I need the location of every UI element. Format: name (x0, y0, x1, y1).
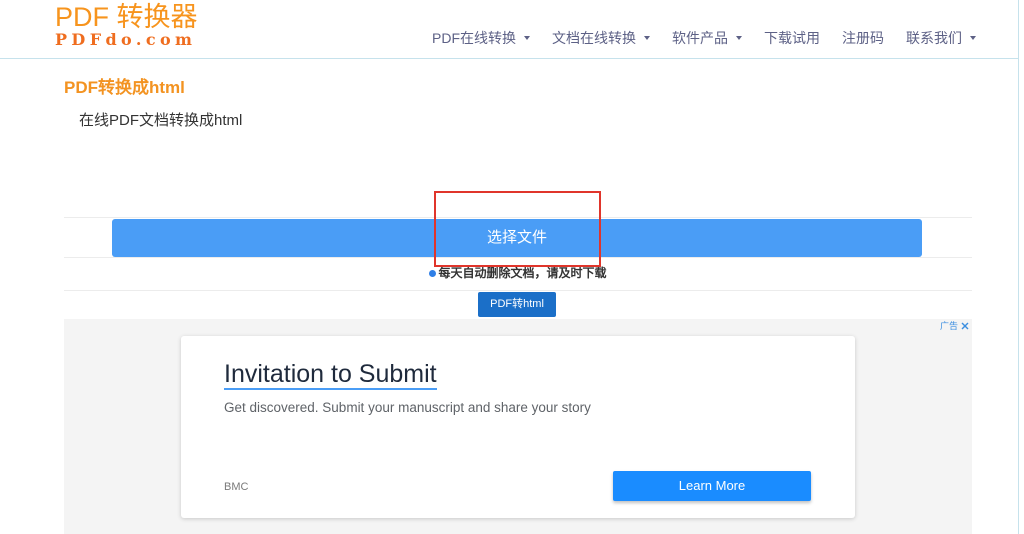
ad-advertiser: BMC (224, 481, 249, 493)
caret-down-icon (970, 36, 976, 40)
caret-down-icon (524, 36, 530, 40)
nav-item-label: 联系我们 (906, 30, 962, 46)
ad-area: 广告 Invitation to Submit Get discovered. … (64, 319, 972, 534)
nav-item-software-products[interactable]: 软件产品 (672, 29, 742, 47)
convert-button[interactable]: PDF转html (478, 292, 556, 317)
caret-down-icon (736, 36, 742, 40)
page-frame-right (1018, 0, 1019, 534)
nav-item-registration-code[interactable]: 注册码 (842, 29, 884, 47)
site-logo[interactable]: PDF 转换器 PDFdo.com (55, 3, 205, 53)
nav-item-label: 注册码 (842, 30, 884, 46)
nav-item-label: 下载试用 (764, 30, 820, 46)
logo-domain: PDFdo.com (55, 30, 197, 49)
nav-item-label: 文档在线转换 (552, 30, 636, 46)
logo-title: PDF 转换器 (55, 2, 198, 32)
ad-body-text: Get discovered. Submit your manuscript a… (224, 400, 591, 415)
radio-dot-icon (429, 269, 437, 277)
learn-more-button[interactable]: Learn More (613, 471, 811, 501)
ad-marker-label: 广告 (940, 321, 959, 331)
nav-item-label: PDF在线转换 (432, 30, 516, 46)
page-subtitle: 在线PDF文档转换成html (79, 112, 243, 129)
nav-item-document-convert[interactable]: 文档在线转换 (552, 29, 650, 47)
page: PDF 转换器 PDFdo.com PDF在线转换 文档在线转换 软件产品 下载… (0, 0, 1024, 534)
caret-down-icon (644, 36, 650, 40)
header-divider (0, 58, 1018, 59)
main-nav: PDF在线转换 文档在线转换 软件产品 下载试用 注册码 联系我们 (432, 29, 976, 47)
ad-headline[interactable]: Invitation to Submit (224, 360, 437, 390)
select-file-button[interactable]: 选择文件 (112, 219, 922, 257)
divider (64, 217, 972, 218)
close-icon[interactable] (961, 322, 969, 330)
notice-text: 每天自动删除文档，请及时下载 (438, 266, 607, 280)
ad-card[interactable]: Invitation to Submit Get discovered. Sub… (181, 336, 855, 518)
nav-item-label: 软件产品 (672, 30, 728, 46)
divider (64, 257, 972, 258)
page-title: PDF转换成html (64, 78, 185, 97)
divider (64, 290, 972, 291)
nav-item-pdf-convert[interactable]: PDF在线转换 (432, 29, 530, 47)
ad-choices[interactable]: 广告 (940, 321, 969, 331)
nav-item-download-trial[interactable]: 下载试用 (764, 29, 820, 47)
nav-item-contact-us[interactable]: 联系我们 (906, 29, 976, 47)
auto-delete-notice: 每天自动删除文档，请及时下载 (64, 265, 972, 281)
